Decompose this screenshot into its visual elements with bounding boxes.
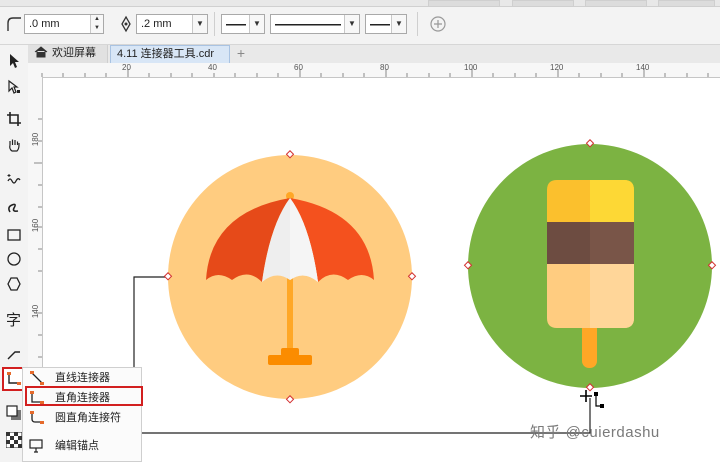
end-arrow-select[interactable]: ▼ — [365, 14, 407, 34]
chevron-down-icon[interactable]: ▼ — [192, 15, 207, 33]
dimension-tool[interactable] — [2, 343, 26, 367]
flyout-item-label: 直线连接器 — [55, 372, 110, 384]
freehand-icon — [7, 174, 21, 184]
ruler-label: 60 — [294, 63, 303, 72]
dimension-icon — [7, 351, 20, 360]
ruler-label: 120 — [550, 63, 564, 72]
shape-tool[interactable] — [2, 75, 26, 99]
edit-anchor-item[interactable]: 编辑锚点 — [23, 436, 141, 456]
checkerboard-icon — [6, 432, 22, 448]
ellipse-tool[interactable] — [2, 247, 26, 271]
chevron-down-icon[interactable]: ▼ — [249, 15, 264, 33]
tab-document[interactable]: 4.11 连接器工具.cdr — [110, 45, 230, 63]
separator — [417, 12, 418, 36]
home-icon — [34, 46, 48, 58]
ruler-label: 140 — [31, 304, 41, 319]
outline-width-select[interactable]: .2 mm ▼ — [136, 14, 208, 34]
edit-anchor-icon — [29, 439, 43, 453]
shape-node-icon — [8, 79, 20, 94]
ruler-label: 40 — [208, 63, 217, 72]
crop-tool[interactable] — [2, 107, 26, 131]
corner-radius-icon — [4, 14, 24, 34]
pan-tool[interactable] — [2, 133, 26, 157]
connector-cursor-icon — [580, 390, 604, 408]
chevron-down-icon[interactable]: ▼ — [344, 15, 359, 33]
horizontal-ruler: 20 40 60 80 100 120 140 — [28, 63, 720, 78]
connector-flyout-menu: 直线连接器 直角连接器 圆直角连接符 编辑锚点 — [22, 367, 143, 462]
corner-size-input[interactable]: .0 mm ▲ ▼ — [24, 14, 104, 34]
text-icon: 字 — [6, 311, 21, 328]
ruler-label: 80 — [380, 63, 389, 72]
pick-tool[interactable] — [2, 49, 26, 73]
ruler-label: 100 — [464, 63, 478, 72]
corner-size-spinner[interactable]: ▲ ▼ — [90, 15, 103, 33]
line-style-select[interactable]: ▼ — [270, 14, 360, 34]
rectangle-tool[interactable] — [2, 223, 26, 247]
shadow-icon — [6, 405, 21, 420]
highlight-box — [25, 386, 143, 406]
corner-size-value: .0 mm — [29, 18, 60, 30]
add-icon[interactable] — [428, 14, 448, 34]
rounded-connector-icon — [30, 411, 44, 424]
top-strip — [0, 0, 720, 7]
flyout-item-label: 编辑锚点 — [55, 440, 99, 452]
brush-stroke-icon — [8, 203, 19, 213]
ellipse-icon — [7, 252, 21, 266]
flyout-item-label: 圆直角连接符 — [55, 412, 121, 424]
straight-connector-icon — [30, 371, 44, 385]
text-tool[interactable]: 字 — [2, 307, 26, 331]
artwork — [133, 139, 717, 434]
rectangle-icon — [7, 229, 21, 241]
svg-text:字: 字 — [6, 311, 21, 328]
rounded-right-angle-connector-item[interactable]: 圆直角连接符 — [23, 408, 141, 428]
pen-nib-icon — [116, 14, 136, 34]
ruler-label: 20 — [122, 63, 131, 72]
arrow-pointer-icon — [10, 54, 19, 68]
polygon-tool[interactable] — [2, 272, 26, 296]
ruler-label: 180 — [31, 132, 41, 147]
crop-icon — [7, 112, 21, 126]
straight-line-connector-item[interactable]: 直线连接器 — [23, 368, 141, 388]
new-tab-button[interactable]: + — [233, 46, 249, 62]
start-arrow-select[interactable]: ▼ — [221, 14, 265, 34]
tab-welcome-screen[interactable]: 欢迎屏幕 — [28, 45, 108, 63]
property-bar: .0 mm ▲ ▼ .2 mm ▼ ▼ ▼ ▼ — [0, 0, 720, 45]
chevron-down-icon[interactable]: ▼ — [391, 15, 406, 33]
watermark-text: 知乎 @cuierdashu — [530, 424, 660, 441]
outline-width-value: .2 mm — [141, 18, 172, 30]
document-tab-bar: 欢迎屏幕 4.11 连接器工具.cdr + — [28, 45, 720, 64]
hexagon-icon — [7, 277, 21, 291]
separator — [214, 12, 215, 36]
tab-welcome-label: 欢迎屏幕 — [52, 47, 96, 59]
freehand-tool[interactable] — [2, 167, 26, 191]
hand-icon — [9, 139, 20, 152]
ruler-ticks — [41, 69, 709, 77]
right-angle-connector-icon — [7, 372, 21, 385]
tab-document-label: 4.11 连接器工具.cdr — [117, 48, 214, 60]
drawing-canvas[interactable] — [43, 78, 720, 462]
ruler-label: 140 — [636, 63, 650, 72]
artistic-media-tool[interactable] — [2, 195, 26, 219]
ruler-label: 160 — [31, 218, 41, 233]
